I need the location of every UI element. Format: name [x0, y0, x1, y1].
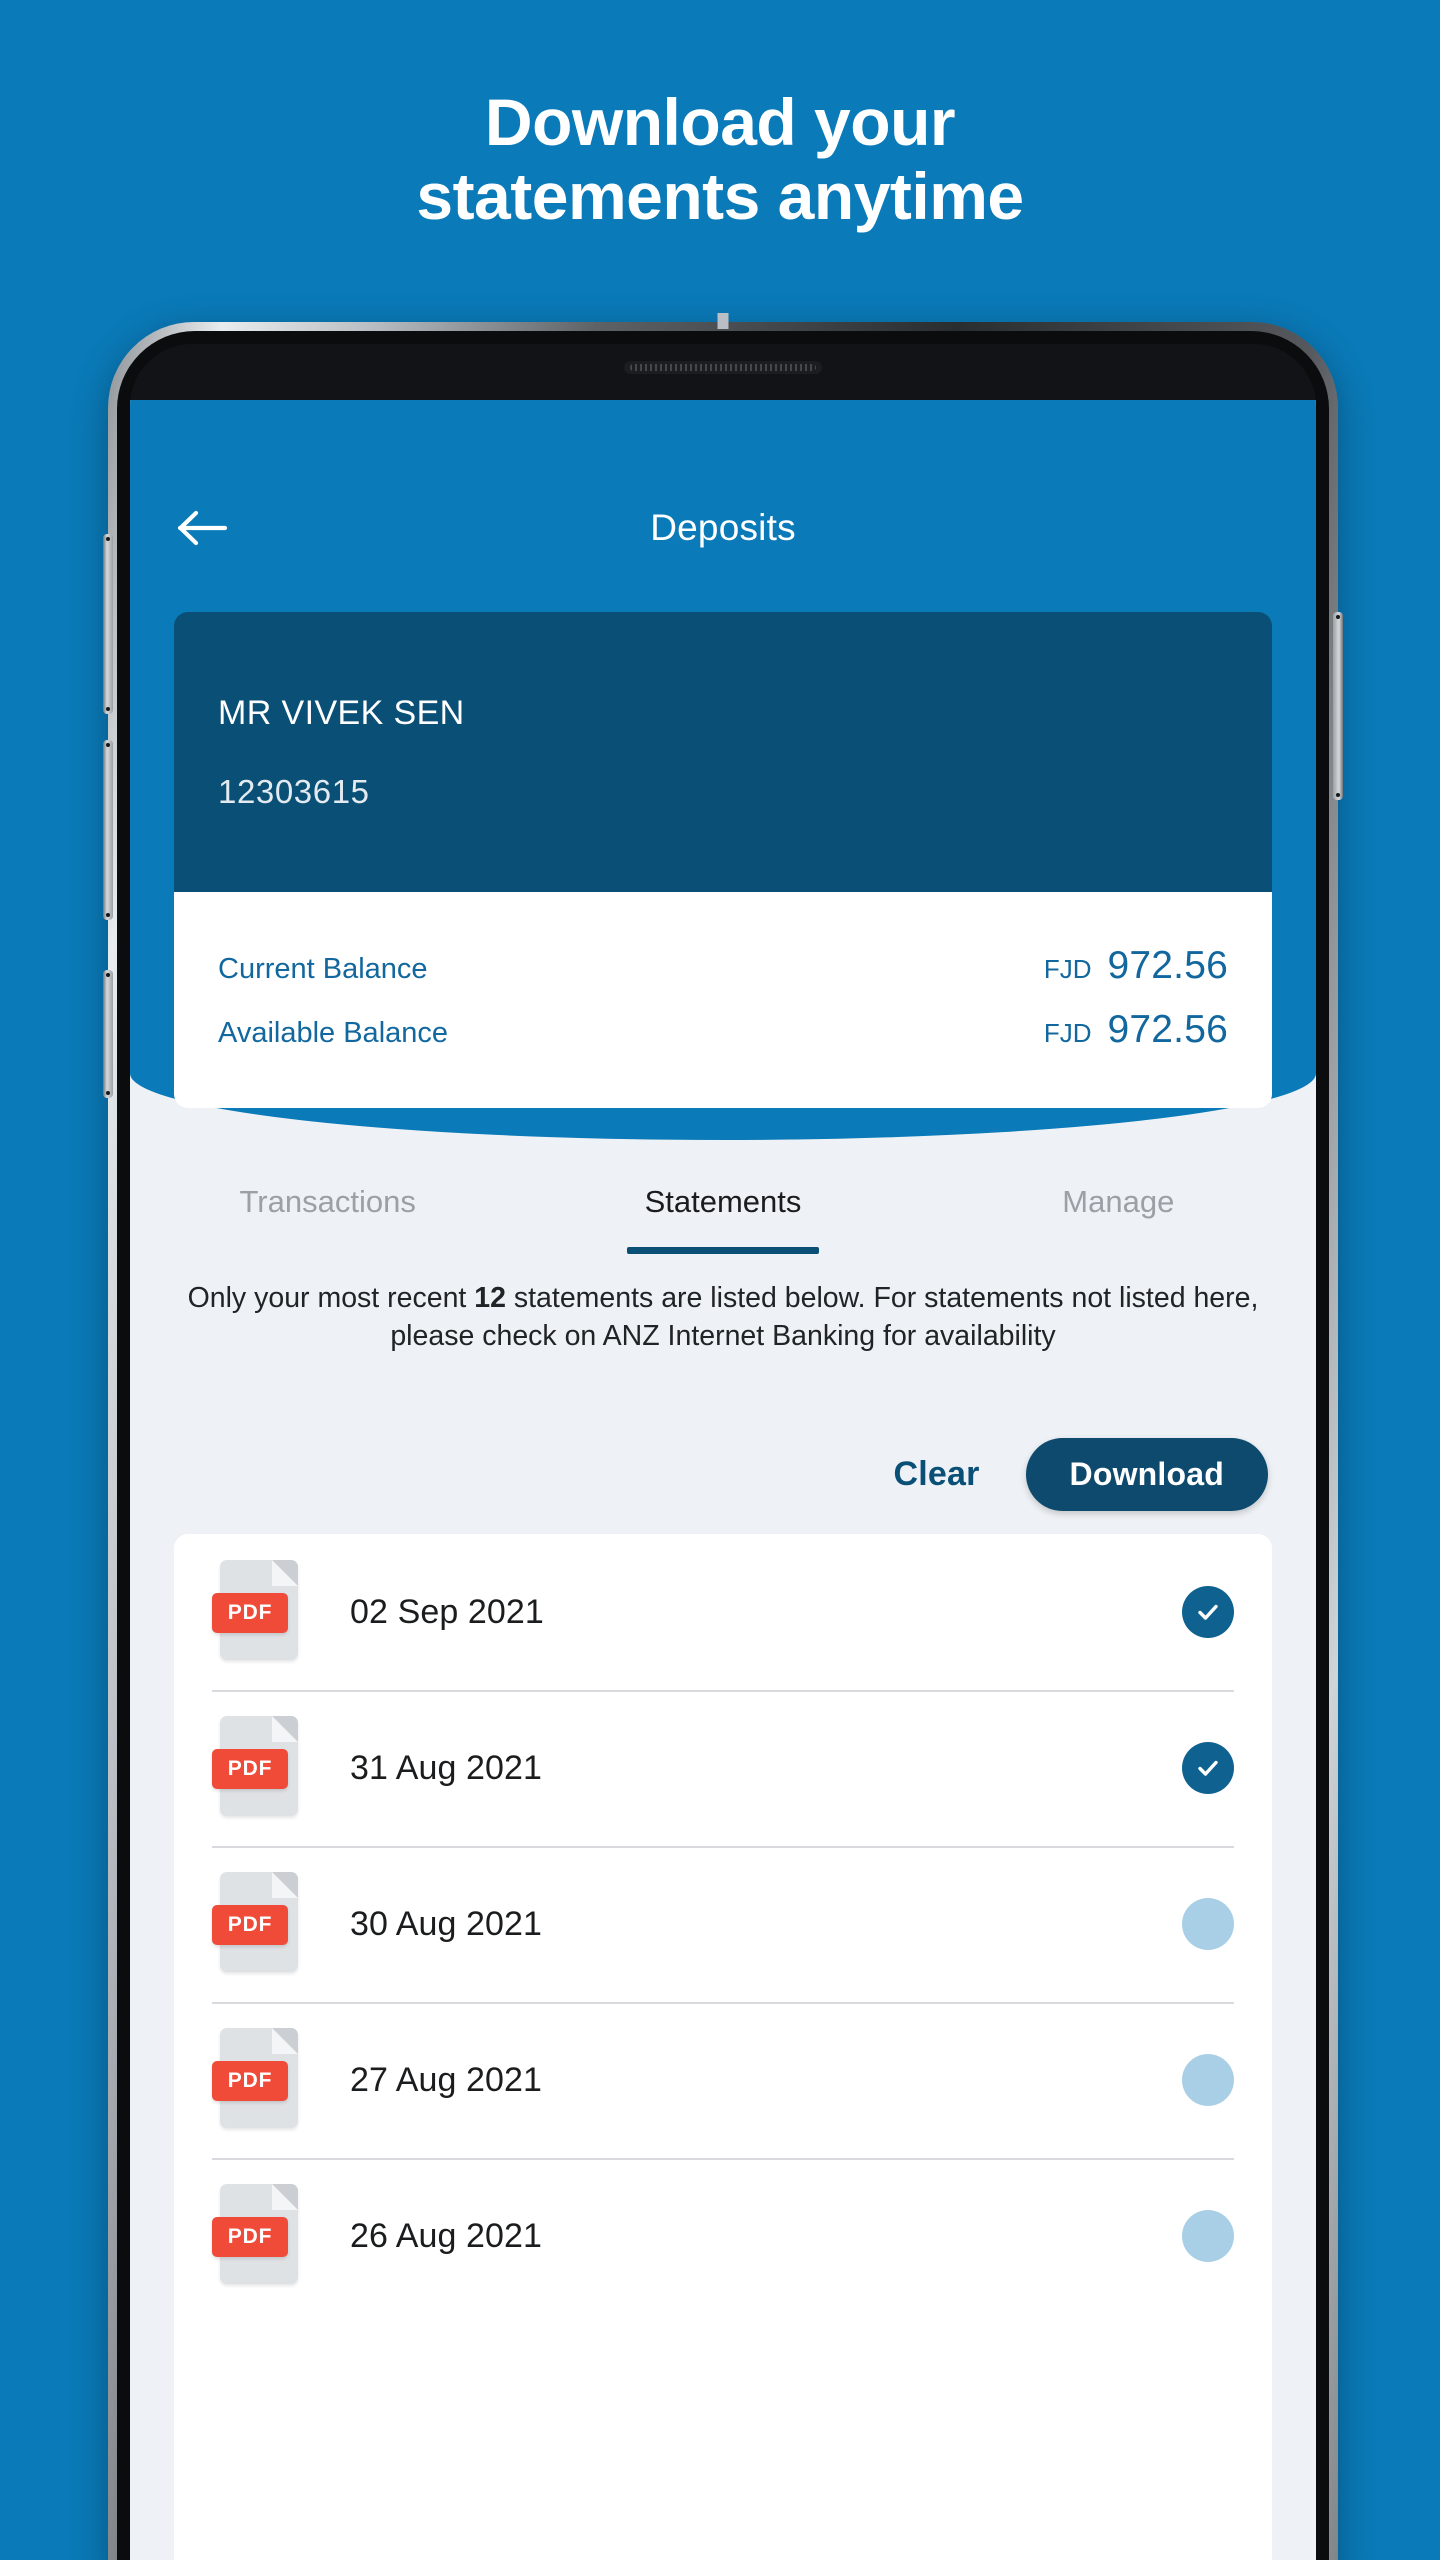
promo-headline-line2: statements anytime — [416, 158, 1024, 233]
phone-screen-area: Deposits MR VIVEK SEN 12303615 Current B… — [130, 344, 1316, 2560]
available-balance-label: Available Balance — [218, 1017, 449, 1049]
info-statement-count: 12 — [474, 1282, 506, 1314]
antenna-notch — [717, 313, 729, 329]
app-screen: Deposits MR VIVEK SEN 12303615 Current B… — [130, 400, 1316, 2560]
back-button[interactable] — [174, 505, 232, 551]
pdf-badge-label: PDF — [212, 1905, 288, 1945]
statement-date: 02 Sep 2021 — [350, 1592, 544, 1631]
arrow-left-icon — [177, 508, 229, 548]
promo-screenshot: Download your statements anytime Deposit… — [0, 0, 1440, 2560]
current-balance-amount: 972.56 — [1107, 944, 1228, 987]
available-balance-row: Available Balance FJD 972.56 — [218, 1008, 1228, 1052]
current-balance-row: Current Balance FJD 972.56 — [218, 944, 1228, 988]
statement-date: 27 Aug 2021 — [350, 2060, 543, 2099]
pdf-icon: PDF — [212, 1872, 298, 1976]
statement-row[interactable]: PDF 30 Aug 2021 — [174, 1846, 1272, 2002]
statement-actions: Clear Download — [879, 1438, 1268, 1511]
check-icon — [1193, 1597, 1223, 1627]
statement-checkbox[interactable] — [1182, 1742, 1234, 1794]
account-card[interactable]: MR VIVEK SEN 12303615 — [174, 612, 1272, 892]
earpiece-speaker-icon — [624, 361, 822, 374]
info-text-before: Only your most recent — [187, 1282, 475, 1314]
statement-row[interactable]: PDF 26 Aug 2021 — [174, 2158, 1272, 2314]
promo-headline: Download your statements anytime — [0, 85, 1440, 233]
check-icon — [1193, 1753, 1223, 1783]
pdf-icon: PDF — [212, 2184, 298, 2288]
phone-top-bezel — [130, 344, 1316, 400]
tab-statements[interactable]: Statements — [525, 1170, 920, 1270]
statement-date: 30 Aug 2021 — [350, 1904, 543, 1943]
statement-row[interactable]: PDF 27 Aug 2021 — [174, 2002, 1272, 2158]
available-balance-value: FJD 972.56 — [1044, 1008, 1228, 1052]
phone-mockup: Deposits MR VIVEK SEN 12303615 Current B… — [103, 313, 1343, 2560]
pdf-icon: PDF — [212, 1716, 298, 1820]
tab-manage-underline — [1022, 1247, 1214, 1254]
current-balance-label: Current Balance — [218, 953, 428, 985]
tab-manage-label: Manage — [1062, 1184, 1175, 1219]
statement-checkbox[interactable] — [1182, 2210, 1234, 2262]
available-balance-currency: FJD — [1043, 1018, 1092, 1048]
info-text-after: statements are listed below. For stateme… — [390, 1282, 1259, 1352]
pdf-badge-label: PDF — [212, 2061, 288, 2101]
pdf-badge-label: PDF — [212, 2217, 288, 2257]
statement-checkbox[interactable] — [1182, 1898, 1234, 1950]
account-number: 12303615 — [218, 772, 370, 810]
tab-statements-underline — [626, 1247, 819, 1254]
tab-transactions-label: Transactions — [239, 1184, 416, 1219]
tab-transactions[interactable]: Transactions — [130, 1170, 525, 1270]
power-button[interactable] — [1333, 612, 1343, 800]
app-bar: Deposits — [130, 496, 1316, 560]
assistant-button[interactable] — [103, 970, 113, 1098]
statement-checkbox[interactable] — [1182, 2054, 1234, 2106]
tab-manage[interactable]: Manage — [921, 1170, 1316, 1270]
pdf-icon: PDF — [212, 1560, 298, 1664]
promo-headline-line1: Download your — [484, 85, 956, 159]
statement-checkbox[interactable] — [1182, 1586, 1234, 1638]
statements-info-text: Only your most recent 12 statements are … — [156, 1280, 1290, 1355]
tab-statements-label: Statements — [644, 1184, 802, 1219]
clear-button[interactable]: Clear — [879, 1447, 993, 1502]
volume-up-button[interactable] — [103, 534, 113, 714]
statement-list: PDF 02 Sep 2021 PDF 31 Aug 2021 PDF 30 A… — [174, 1534, 1272, 2560]
statement-date: 31 Aug 2021 — [350, 1748, 543, 1787]
current-balance-currency: FJD — [1043, 954, 1092, 984]
volume-down-button[interactable] — [103, 740, 113, 920]
statement-date: 26 Aug 2021 — [350, 2216, 543, 2255]
tab-bar: Transactions Statements Manage — [130, 1170, 1316, 1270]
current-balance-value: FJD 972.56 — [1044, 944, 1228, 988]
pdf-badge-label: PDF — [212, 1749, 288, 1789]
page-title: Deposits — [650, 507, 796, 548]
tab-transactions-underline — [232, 1247, 424, 1254]
statement-row[interactable]: PDF 02 Sep 2021 — [174, 1534, 1272, 1690]
statement-row[interactable]: PDF 31 Aug 2021 — [174, 1690, 1272, 1846]
balance-card: Current Balance FJD 972.56 Available Bal… — [174, 892, 1272, 1108]
download-button[interactable]: Download — [1025, 1438, 1268, 1511]
pdf-badge-label: PDF — [212, 1593, 288, 1633]
account-holder-name: MR VIVEK SEN — [218, 693, 465, 732]
pdf-icon: PDF — [212, 2028, 298, 2132]
available-balance-amount: 972.56 — [1107, 1008, 1228, 1051]
